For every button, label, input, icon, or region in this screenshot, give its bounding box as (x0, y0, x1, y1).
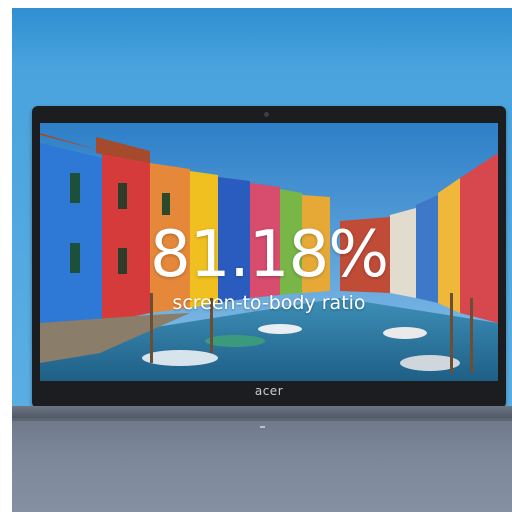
brand-logo: acer (254, 384, 284, 398)
screen-ratio-caption: screen-to-body ratio (172, 292, 366, 314)
webcam-icon (264, 112, 269, 117)
status-led-icon (260, 426, 265, 428)
laptop-screen-bezel: 81.18% screen-to-body ratio acer (32, 106, 506, 408)
screen-ratio-headline: 81.18% (149, 218, 389, 292)
product-image: 81.18% screen-to-body ratio acer (12, 8, 512, 512)
base-edge (12, 418, 512, 421)
laptop-display: 81.18% screen-to-body ratio (40, 123, 498, 381)
bezel-chin: acer (32, 381, 506, 408)
laptop-hinge (12, 406, 512, 418)
laptop-base (12, 418, 512, 512)
